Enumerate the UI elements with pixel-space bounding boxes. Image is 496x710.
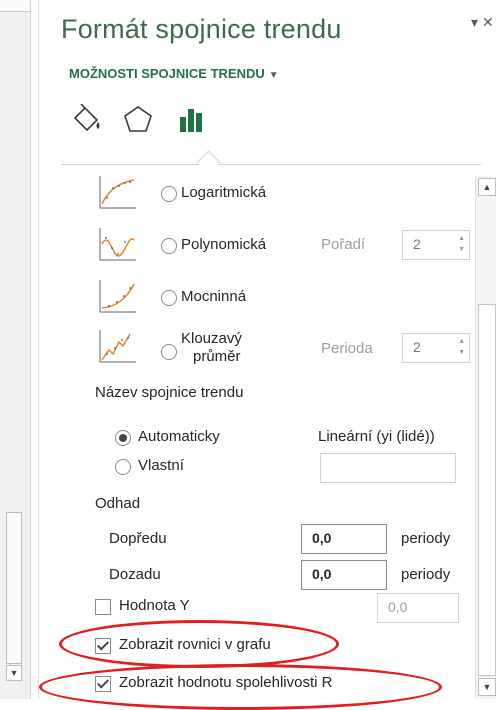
sheet-scrollbar[interactable]: ▼ — [0, 0, 31, 699]
order-value: 2 — [413, 236, 421, 252]
forward-value: 0,0 — [312, 530, 332, 546]
custom-label[interactable]: Vlastní — [138, 457, 184, 474]
intercept-label[interactable]: Hodnota Y — [119, 597, 190, 614]
pane-scrollbar-thumb[interactable] — [478, 304, 496, 676]
forecast-section: Odhad — [95, 495, 141, 512]
period-spinner[interactable]: 2 ▲ ▼ — [402, 333, 470, 363]
polynomial-radio[interactable] — [161, 238, 177, 254]
logarithmic-radio[interactable] — [161, 186, 177, 202]
trendline-options-content: Logaritmická Polynomická Pořadí 2 ▲ ▼ Mo… — [39, 0, 475, 699]
power-trend-icon — [99, 280, 136, 313]
polynomial-trend-icon — [99, 228, 136, 261]
scrollbar-grip[interactable] — [0, 0, 30, 12]
automatic-radio[interactable] — [115, 430, 131, 446]
pane-scrollbar[interactable]: ▲ ▼ — [475, 176, 496, 699]
forward-unit: periody — [401, 530, 451, 547]
equation-highlight-ring — [59, 620, 339, 668]
intercept-input[interactable]: 0,0 — [377, 593, 459, 623]
intercept-value: 0,0 — [388, 599, 408, 615]
custom-name-input[interactable] — [320, 453, 456, 483]
custom-radio[interactable] — [115, 459, 131, 475]
r-squared-highlight-ring — [39, 664, 442, 710]
moving-average-label-line2: průměr — [193, 348, 241, 365]
backward-input[interactable]: 0,0 — [301, 560, 387, 590]
power-radio[interactable] — [161, 290, 177, 306]
moving-average-label-line1: Klouzavý — [181, 330, 242, 347]
order-spinner[interactable]: 2 ▲ ▼ — [402, 230, 470, 260]
forward-input[interactable]: 0,0 — [301, 524, 387, 554]
polynomial-label: Polynomická — [181, 236, 267, 253]
format-trendline-pane: Formát spojnice trendu ▾ ✕ MOŽNOSTI SPOJN… — [38, 0, 496, 710]
spin-arrows-icon[interactable]: ▲ ▼ — [458, 233, 465, 255]
period-label: Perioda — [321, 340, 373, 357]
backward-unit: periody — [401, 566, 451, 583]
automatic-label[interactable]: Automaticky — [138, 428, 220, 445]
scroll-up-button[interactable]: ▲ — [478, 178, 496, 196]
scroll-down-button[interactable]: ▼ — [6, 665, 22, 681]
logarithmic-trend-icon — [99, 176, 136, 209]
order-label: Pořadí — [321, 236, 366, 253]
automatic-name-value: Lineární (yi (lidé)) — [318, 428, 435, 445]
moving-average-radio[interactable] — [161, 344, 177, 360]
power-label: Mocninná — [181, 288, 247, 305]
forward-label: Dopředu — [109, 530, 167, 547]
logarithmic-label: Logaritmická — [181, 184, 267, 201]
moving-average-trend-icon — [99, 330, 136, 363]
period-value: 2 — [413, 339, 421, 355]
scroll-down-button[interactable]: ▼ — [478, 678, 496, 696]
close-icon[interactable]: ✕ — [482, 14, 494, 30]
backward-label: Dozadu — [109, 566, 161, 583]
trendline-name-section: Název spojnice trendu — [95, 384, 244, 401]
scrollbar-thumb[interactable] — [6, 512, 22, 664]
intercept-checkbox[interactable] — [95, 599, 111, 615]
backward-value: 0,0 — [312, 566, 332, 582]
spin-arrows-icon[interactable]: ▲ ▼ — [458, 336, 465, 358]
